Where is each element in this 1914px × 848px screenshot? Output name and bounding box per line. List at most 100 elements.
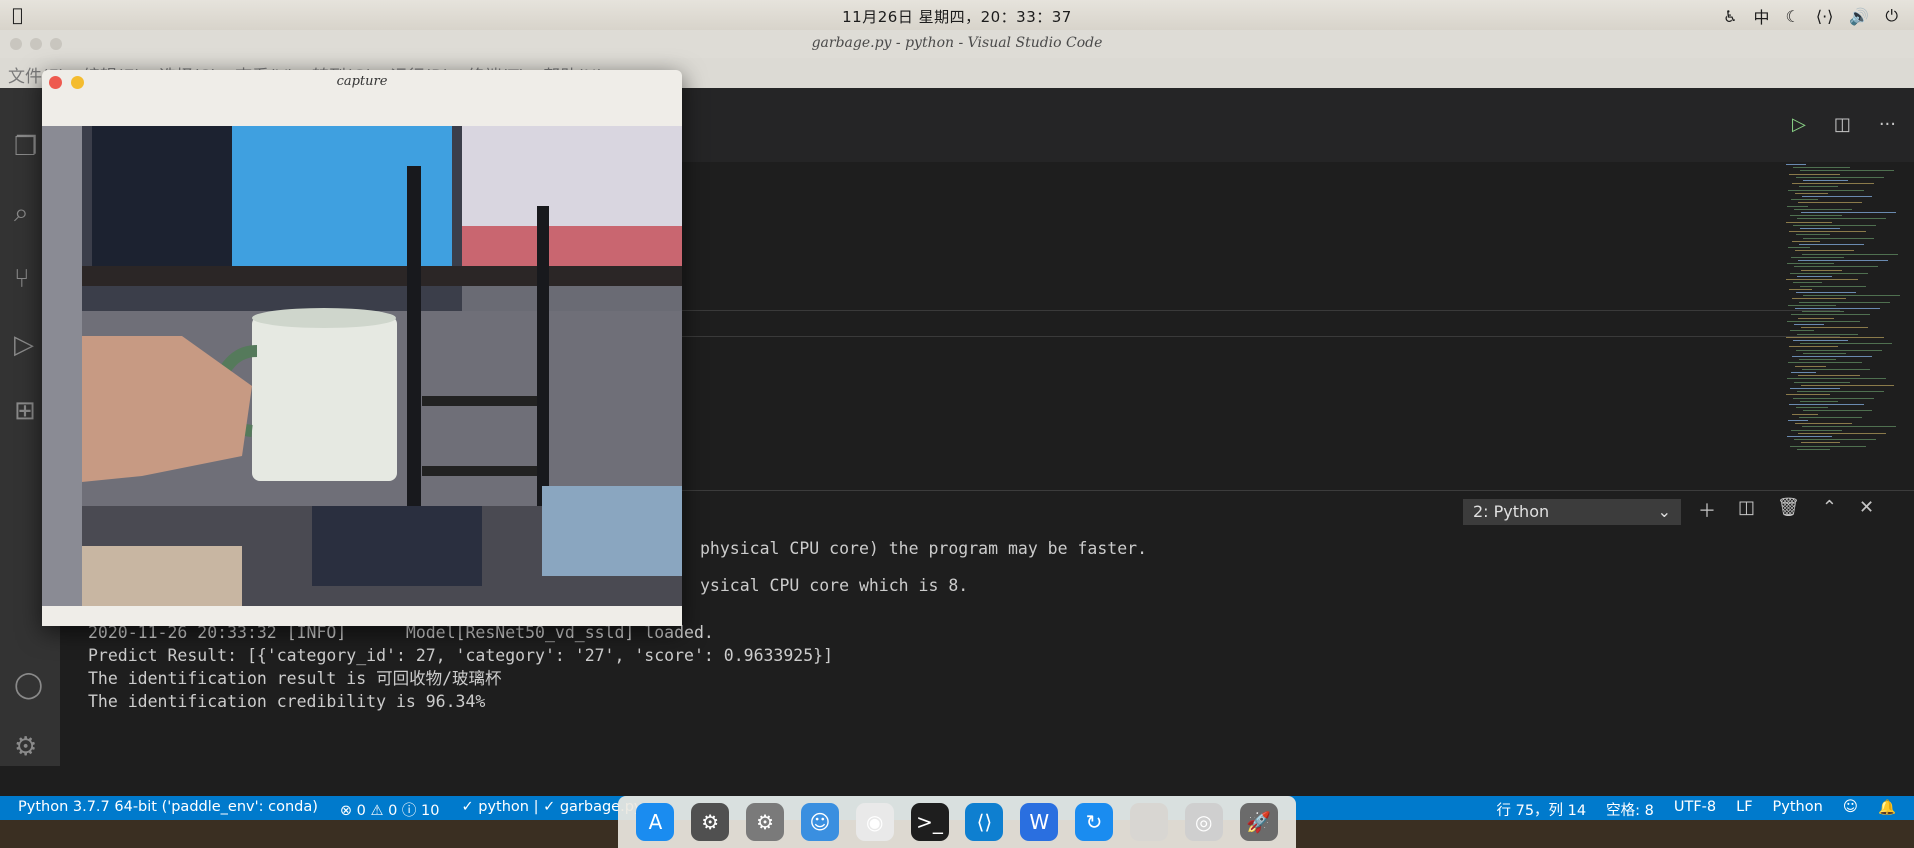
minimap-line — [1789, 231, 1866, 233]
minimap-line — [1802, 368, 1870, 370]
minimap-line — [1790, 330, 1814, 332]
minimap-line — [1788, 189, 1864, 191]
split-editor-icon[interactable]: ◫ — [1834, 114, 1851, 135]
minimap-line — [1800, 170, 1894, 172]
minimap-line — [1798, 432, 1886, 434]
system-prefs-icon[interactable]: ⚙ — [746, 803, 785, 841]
minimap-line — [1787, 436, 1832, 437]
sync-icon[interactable]: ↻ — [1075, 803, 1114, 841]
network-icon[interactable]: ⟨·⟩ — [1816, 7, 1834, 26]
minimap-line — [1788, 304, 1836, 306]
finder-icon[interactable]: ☺ — [800, 803, 839, 841]
language-mode[interactable]: Python — [1773, 799, 1823, 820]
feedback-icon[interactable]: ☺ — [1843, 799, 1858, 820]
capture-window[interactable]: capture — [42, 70, 682, 626]
encoding[interactable]: UTF-8 — [1674, 799, 1716, 820]
minimap-line — [1786, 164, 1806, 165]
input-method-indicator[interactable]: 中 — [1753, 4, 1769, 28]
minimap-line — [1802, 426, 1896, 428]
minimap[interactable] — [1778, 162, 1914, 462]
settings-icon[interactable]: ⚙ — [691, 803, 730, 841]
wps-icon[interactable]: W — [1020, 803, 1059, 841]
minimap-line — [1800, 285, 1866, 287]
minimap-line — [1793, 224, 1876, 226]
maximize-panel-icon[interactable]: ⌃ — [1822, 497, 1837, 523]
close-panel-icon[interactable]: ✕ — [1859, 497, 1874, 523]
trash-icon[interactable]: 🗑 — [1777, 497, 1800, 523]
search-icon[interactable]: ⌕ — [14, 198, 29, 229]
line-ending[interactable]: LF — [1736, 799, 1752, 820]
minimap-line — [1794, 324, 1824, 325]
vscode-window-title: garbage.py - python - Visual Studio Code — [811, 35, 1103, 51]
minimap-line — [1797, 218, 1886, 220]
chrome-icon[interactable]: ◉ — [855, 803, 894, 841]
minimap-line — [1796, 349, 1882, 351]
minimap-line — [1793, 282, 1822, 284]
minimap-line — [1794, 208, 1852, 210]
app-store-icon[interactable]: A — [636, 803, 675, 841]
cursor-position[interactable]: 行 75，列 14 — [1496, 799, 1586, 820]
problems-indicator[interactable]: ⊗ 0 ⚠ 0 ⓘ 10 — [340, 799, 440, 820]
minimap-line — [1793, 167, 1850, 169]
more-actions-icon[interactable]: ··· — [1879, 114, 1896, 135]
minimap-line — [1786, 394, 1830, 396]
system-tray: ♿ 中 ☾ ⟨·⟩ 🔊 ⏻ — [1723, 4, 1898, 28]
new-terminal-icon[interactable]: ＋ — [1698, 497, 1716, 523]
blank-app-icon[interactable] — [1129, 803, 1168, 841]
terminal-selector[interactable]: 2: Python ⌄ — [1463, 499, 1681, 525]
minimap-line — [1798, 317, 1834, 319]
minimap-line — [1788, 362, 1862, 364]
extensions-icon[interactable]: ⊞ — [14, 396, 36, 426]
minimap-line — [1803, 410, 1872, 412]
system-clock[interactable]: 11月26日 星期四，20：33：37 — [0, 6, 1914, 27]
minimap-line — [1794, 381, 1850, 383]
minimap-line — [1801, 269, 1842, 271]
minimap-line — [1796, 292, 1856, 293]
minimap-line — [1802, 253, 1898, 255]
minimap-line — [1787, 205, 1808, 207]
minimap-line — [1797, 448, 1830, 450]
editor-separator — [680, 336, 1840, 337]
vscode-icon[interactable]: ⟨⟩ — [965, 803, 1004, 841]
account-icon[interactable]: ◯ — [14, 670, 43, 700]
minimap-line — [1798, 260, 1888, 261]
dvd-icon[interactable]: ◎ — [1184, 803, 1223, 841]
notification-bell-icon[interactable]: 🔔 — [1878, 799, 1896, 820]
indentation[interactable]: 空格: 8 — [1606, 799, 1654, 820]
source-control-icon[interactable]: ⑂ — [14, 264, 30, 294]
minimap-line — [1799, 416, 1862, 418]
chevron-down-icon: ⌄ — [1657, 502, 1671, 521]
night-mode-icon[interactable]: ☾ — [1786, 7, 1800, 26]
minimap-line — [1791, 372, 1816, 373]
run-file-icon[interactable]: ▷ — [1792, 114, 1806, 135]
gear-icon[interactable]: ⚙ — [14, 732, 37, 762]
python-interpreter[interactable]: Python 3.7.7 64-bit ('paddle_env': conda… — [18, 799, 318, 820]
minimap-line — [1787, 378, 1886, 380]
minimap-line — [1802, 196, 1872, 197]
terminal-line: The identification credibility is 96.34% — [88, 692, 486, 711]
minimap-line — [1790, 215, 1842, 217]
minimap-line — [1801, 384, 1894, 386]
branch-indicator[interactable]: ✓ python | ✓ garbage.py — [462, 799, 643, 820]
split-terminal-icon[interactable]: ◫ — [1738, 497, 1755, 523]
terminal-icon[interactable]: >_ — [910, 803, 949, 841]
capture-titlebar: capture — [42, 70, 682, 94]
run-debug-icon[interactable]: ▷ — [14, 330, 34, 360]
minimap-line — [1797, 276, 1832, 277]
terminal-line: The identification result is 可回收物/玻璃杯 — [88, 669, 502, 688]
minimap-line — [1790, 388, 1840, 389]
accessibility-icon[interactable]: ♿ — [1723, 7, 1737, 26]
minimap-line — [1802, 311, 1844, 313]
minimap-line — [1801, 442, 1840, 444]
power-icon[interactable]: ⏻ — [1885, 6, 1898, 26]
capture-window-title: capture — [336, 74, 388, 89]
minimap-line — [1796, 234, 1830, 236]
explorer-icon[interactable]: ❐ — [14, 132, 37, 162]
minimap-line — [1790, 445, 1866, 447]
minimap-line — [1791, 199, 1818, 201]
launchpad-icon[interactable]: 🚀 — [1239, 803, 1278, 841]
minimap-line — [1803, 180, 1848, 181]
minimap-line — [1789, 404, 1864, 405]
minimap-line — [1789, 346, 1838, 348]
volume-icon[interactable]: 🔊 — [1849, 7, 1869, 26]
